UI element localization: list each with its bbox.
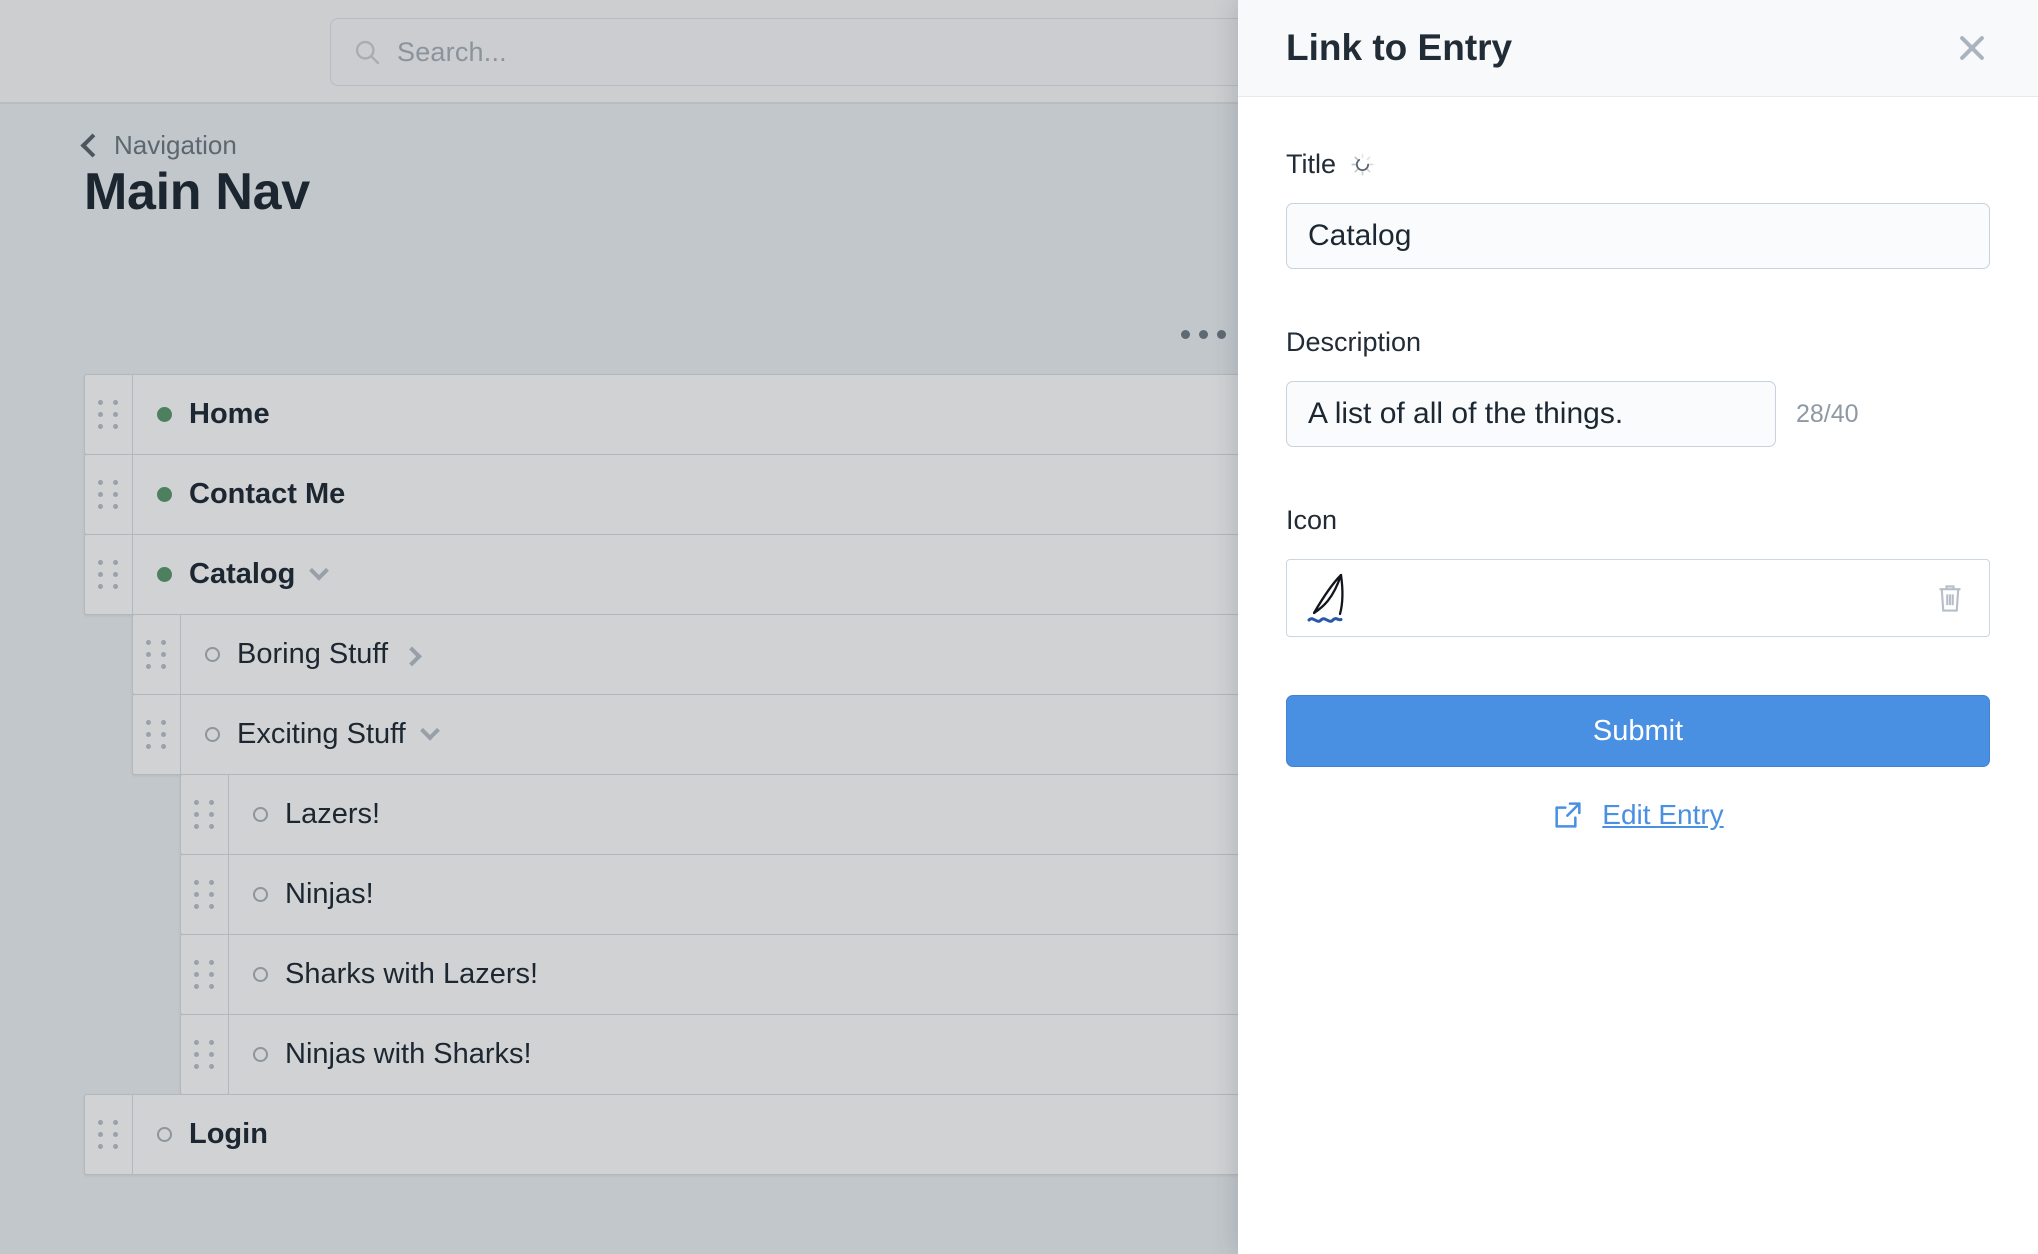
nav-tree-row-label: Boring Stuff: [237, 638, 389, 670]
icon-picker[interactable]: [1286, 559, 1990, 637]
close-icon[interactable]: [1952, 28, 1992, 68]
status-dot-inactive-icon: [253, 887, 268, 902]
status-dot-inactive-icon: [253, 807, 268, 822]
status-dot-inactive-icon: [157, 1127, 172, 1142]
breadcrumb[interactable]: Navigation: [80, 130, 237, 161]
description-field-label: Description: [1286, 327, 1422, 357]
title-field-label: Title: [1286, 149, 1337, 179]
search-bar[interactable]: Search...: [330, 18, 1250, 86]
character-counter: 28/40: [1796, 399, 1859, 428]
edit-entry-link[interactable]: Edit Entry: [1286, 799, 1990, 831]
page-title: Main Nav: [84, 163, 310, 221]
drag-handle-icon[interactable]: [85, 1095, 133, 1174]
nav-tree-row-label: Sharks with Lazers!: [285, 958, 539, 990]
drag-handle-icon[interactable]: [181, 1015, 229, 1094]
nav-tree-row-label: Exciting Stuff: [237, 718, 406, 750]
shark-fin-icon: [1307, 573, 1344, 623]
drag-handle-icon[interactable]: [181, 855, 229, 934]
title-field-label-row: Title: [1286, 149, 1990, 180]
spinner-icon: [1351, 153, 1374, 176]
drag-handle-icon[interactable]: [181, 775, 229, 854]
search-icon: [355, 40, 380, 65]
link-to-entry-panel: Link to Entry Title Catalog Description …: [1238, 0, 2038, 1254]
drag-handle-icon[interactable]: [133, 615, 181, 694]
chevron-left-icon: [80, 133, 105, 158]
drag-handle-icon[interactable]: [85, 535, 133, 614]
breadcrumb-label: Navigation: [114, 130, 237, 160]
title-input[interactable]: [1286, 203, 1990, 269]
chevron-down-icon[interactable]: [419, 720, 440, 741]
status-dot-inactive-icon: [253, 1047, 268, 1062]
nav-tree-row-label: Contact Me: [189, 478, 346, 510]
description-input-row: 28/40: [1286, 381, 1990, 447]
status-dot-active-icon: [157, 567, 172, 582]
nav-tree-row-label: Catalog: [189, 558, 296, 590]
nav-tree-row-label: Ninjas!: [285, 878, 374, 910]
external-link-icon: [1555, 802, 1581, 828]
icon-field-label: Icon: [1286, 505, 1338, 535]
nav-tree-row-label: Home: [189, 398, 270, 430]
submit-button[interactable]: Submit: [1286, 695, 1990, 767]
drag-handle-icon[interactable]: [85, 455, 133, 534]
description-field-group: Description 28/40: [1286, 327, 1990, 447]
nav-tree-row-label: Ninjas with Sharks!: [285, 1038, 532, 1070]
status-dot-active-icon: [157, 487, 172, 502]
ellipsis-icon[interactable]: [1181, 330, 1226, 339]
search-input[interactable]: Search...: [397, 37, 507, 68]
trash-icon[interactable]: [1935, 581, 1965, 615]
drag-handle-icon[interactable]: [133, 695, 181, 774]
panel-header: Link to Entry: [1238, 0, 2038, 97]
nav-tree-row-label: Lazers!: [285, 798, 381, 830]
title-field-group: Title: [1286, 149, 1990, 269]
chevron-down-icon[interactable]: [309, 560, 330, 581]
edit-entry-label: Edit Entry: [1602, 799, 1724, 830]
drag-handle-icon[interactable]: [181, 935, 229, 1014]
panel-title: Link to Entry: [1286, 27, 1513, 68]
icon-field-group: Icon: [1286, 505, 1990, 637]
status-dot-inactive-icon: [205, 727, 220, 742]
status-dot-active-icon: [157, 407, 172, 422]
chevron-right-icon[interactable]: [402, 646, 422, 666]
drag-handle-icon[interactable]: [85, 375, 133, 454]
description-input[interactable]: [1286, 381, 1776, 447]
panel-body: Title Catalog Description A list of all …: [1238, 97, 2038, 831]
nav-tree-row-label: Login: [189, 1118, 268, 1150]
status-dot-inactive-icon: [253, 967, 268, 982]
app-root: Search... Navigation Main Nav Home Contac…: [0, 0, 2038, 1254]
status-dot-inactive-icon: [205, 647, 220, 662]
